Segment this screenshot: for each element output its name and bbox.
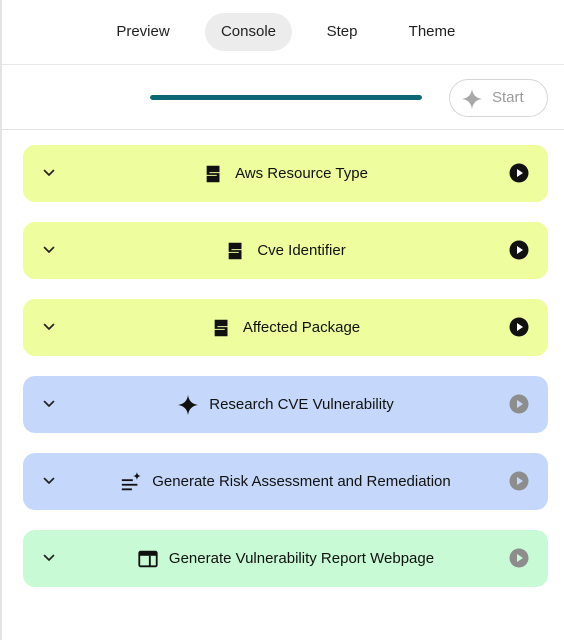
step-card-cve-identifier[interactable]: Cve Identifier [23, 222, 548, 279]
step-title: Generate Vulnerability Report Webpage [168, 550, 435, 567]
run-step-button[interactable] [509, 240, 529, 260]
text-sparkle-icon [122, 471, 142, 490]
run-step-button[interactable] [509, 317, 529, 337]
tab-preview[interactable]: Preview [100, 13, 186, 51]
step-header: Generate Risk Assessment and Remediation [23, 453, 548, 510]
tab-console[interactable]: Console [205, 13, 292, 51]
run-step-button-disabled[interactable] [509, 548, 529, 568]
step-title: Affected Package [242, 319, 361, 336]
run-toolbar: Start [2, 66, 564, 130]
step-header: Research CVE Vulnerability [23, 376, 548, 433]
run-step-button-disabled[interactable] [509, 394, 529, 414]
step-header: Affected Package [23, 299, 548, 356]
progress-bar [150, 95, 422, 100]
run-step-button[interactable] [509, 163, 529, 183]
step-card-affected-package[interactable]: Affected Package [23, 299, 548, 356]
step-header: Cve Identifier [23, 222, 548, 279]
step-title: Cve Identifier [257, 242, 346, 259]
sparkle-icon [178, 394, 199, 415]
step-header: Aws Resource Type [23, 145, 548, 202]
step-title: Research CVE Vulnerability [209, 396, 394, 413]
start-button[interactable]: Start [449, 79, 548, 117]
input-field-icon [214, 319, 228, 336]
tab-step[interactable]: Step [307, 13, 377, 51]
step-title: Aws Resource Type [235, 165, 368, 182]
tab-theme[interactable]: Theme [394, 13, 470, 51]
input-field-icon [228, 242, 242, 259]
sparkle-icon [461, 88, 483, 110]
step-header: Generate Vulnerability Report Webpage [23, 530, 548, 587]
step-card-generate-report-webpage[interactable]: Generate Vulnerability Report Webpage [23, 530, 548, 587]
tab-bar: Preview Console Step Theme [2, 0, 564, 65]
run-step-button-disabled[interactable] [509, 471, 529, 491]
step-title: Generate Risk Assessment and Remediation [152, 473, 451, 490]
step-card-generate-risk-assessment[interactable]: Generate Risk Assessment and Remediation [23, 453, 548, 510]
web-window-icon [138, 550, 158, 567]
app-panel: Preview Console Step Theme Start Aws Res… [0, 0, 564, 640]
input-field-icon [206, 165, 220, 182]
start-button-label: Start [492, 89, 524, 106]
progress-bar-fill [150, 95, 422, 100]
step-card-aws-resource-type[interactable]: Aws Resource Type [23, 145, 548, 202]
step-card-research-cve-vulnerability[interactable]: Research CVE Vulnerability [23, 376, 548, 433]
